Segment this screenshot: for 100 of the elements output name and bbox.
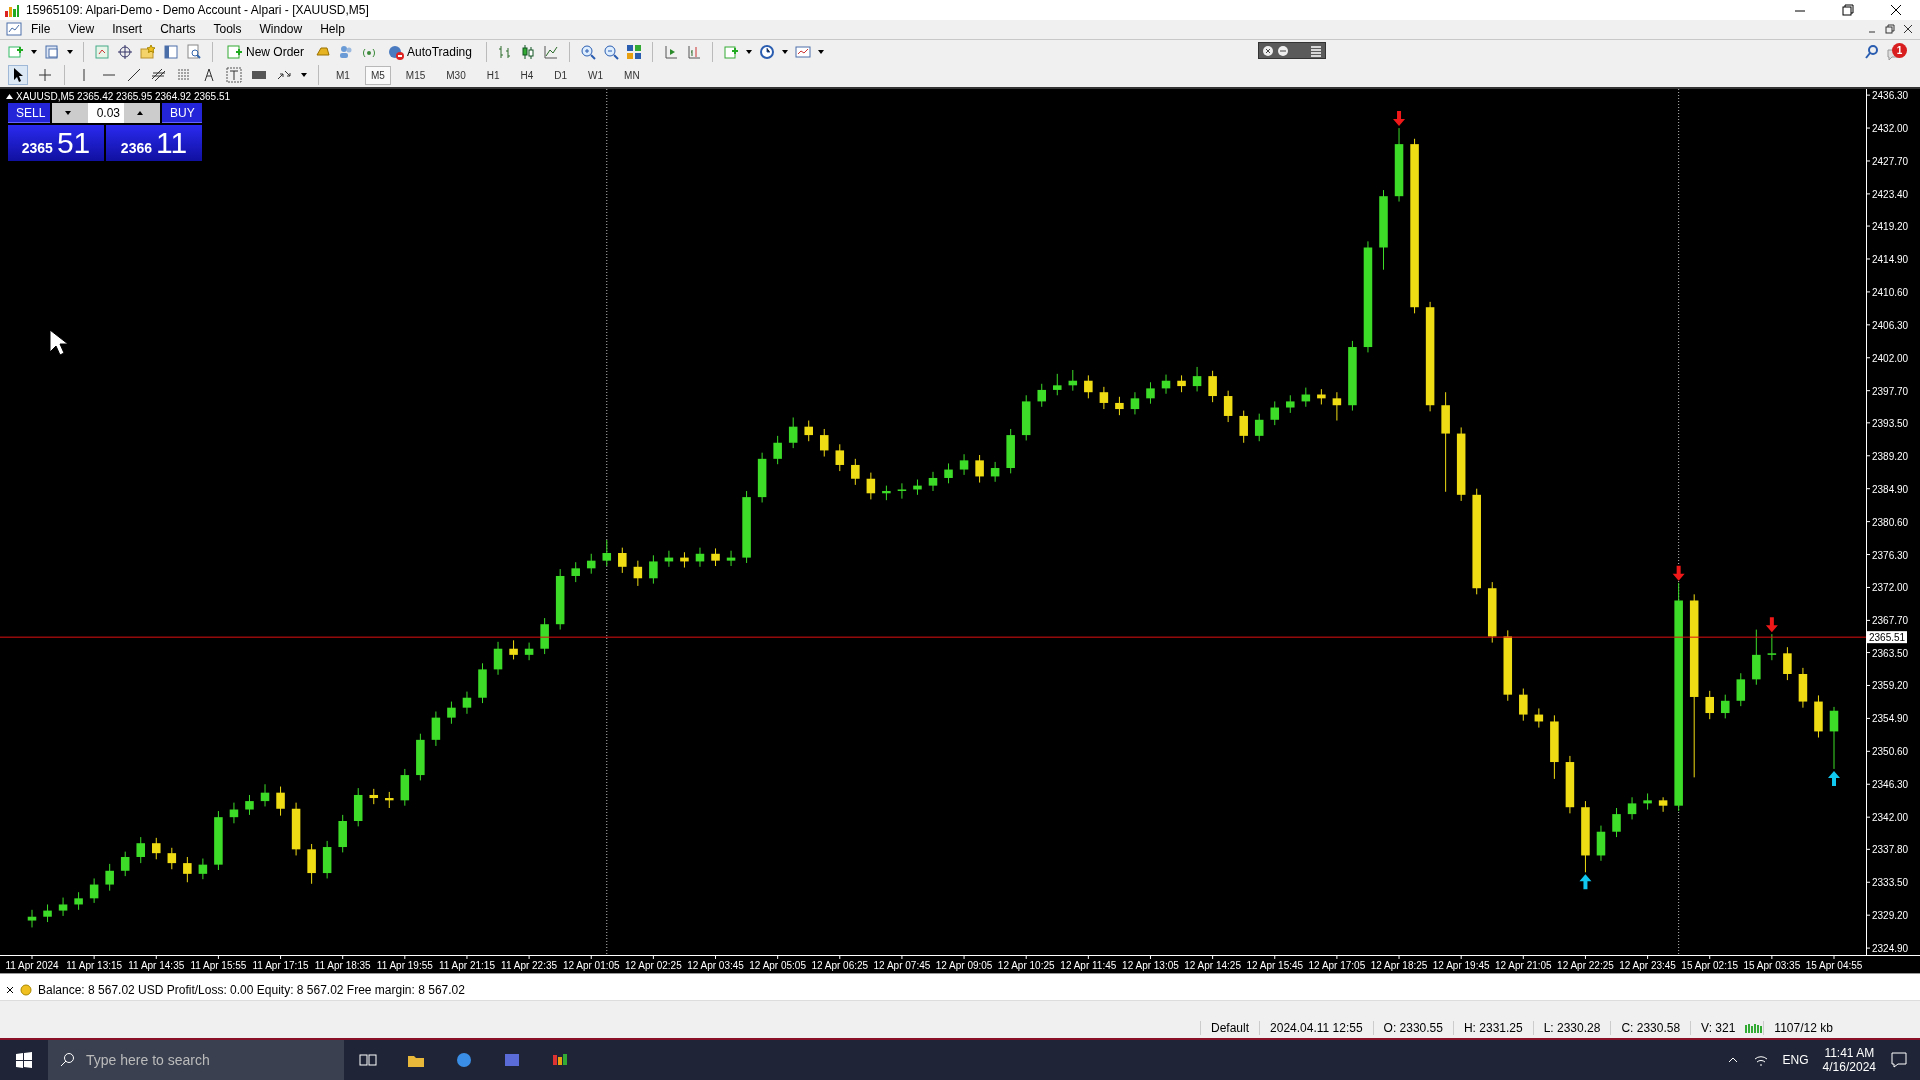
autotrading-button[interactable]: AutoTrading: [384, 40, 476, 63]
clock-date[interactable]: 4/16/2024: [1822, 1060, 1876, 1074]
chart-symbol-info: XAUUSD,M5 2365.42 2365.95 2364.92 2365.51: [16, 91, 231, 102]
x-tick-label: 11 Apr 17:15: [252, 960, 309, 971]
y-tick-label: 2372.00: [1872, 582, 1909, 594]
menu-item[interactable]: Help: [311, 20, 354, 39]
price-axis-label: 2427.70: [1865, 156, 1909, 167]
price-axis-label: 2436.30: [1865, 90, 1909, 102]
y-tick-label: 2376.30: [1872, 549, 1909, 561]
status-field: H: 2331.25: [1452, 1021, 1533, 1035]
timeframe-button[interactable]: M1: [330, 65, 356, 85]
y-tick-label: 2414.90: [1872, 253, 1909, 265]
x-tick-label: 12 Apr 19:45: [1432, 960, 1490, 971]
price-axis-label: 2410.60: [1865, 286, 1909, 298]
x-tick-label: 15 Apr 03:35: [1743, 960, 1801, 971]
y-tick-label: 2384.90: [1872, 483, 1909, 495]
price-axis-label: 2423.40: [1865, 188, 1909, 200]
x-tick-label: 12 Apr 01:05: [562, 960, 621, 971]
time-axis-label: 12 Apr 21:05: [1494, 954, 1552, 971]
y-tick-label: 2419.20: [1872, 221, 1909, 233]
time-axis-label: 12 Apr 14:25: [1184, 954, 1241, 971]
x-tick-label: 12 Apr 02:25: [625, 960, 683, 971]
x-tick-label: 15 Apr 02:15: [1681, 960, 1739, 971]
time-axis-label: 12 Apr 10:25: [997, 954, 1055, 971]
time-axis-label: 12 Apr 07:45: [873, 954, 931, 971]
x-tick-label: 12 Apr 09:05: [935, 960, 993, 971]
price-axis-label: 2432.00: [1865, 123, 1909, 135]
time-axis-label: 12 Apr 17:05: [1308, 954, 1366, 971]
ask-price[interactable]: 2366 11: [106, 125, 202, 161]
sell-button[interactable]: SELL: [8, 103, 50, 123]
x-tick-label: 12 Apr 22:25: [1557, 960, 1615, 971]
time-axis-label: 12 Apr 03:45: [687, 954, 744, 971]
price-axis-label: 2376.30: [1865, 549, 1909, 561]
menu-item[interactable]: Window: [250, 20, 312, 39]
price-axis-label: 2372.00: [1865, 582, 1909, 594]
menu-item[interactable]: Charts: [151, 20, 205, 39]
y-tick-label: 2359.20: [1872, 680, 1909, 692]
time-axis-label: 12 Apr 06:25: [811, 954, 869, 971]
buy-button[interactable]: BUY: [162, 103, 202, 123]
timeframe-button[interactable]: M15: [399, 65, 432, 85]
time-axis-label: 11 Apr 14:35: [128, 954, 185, 971]
time-axis-label: 12 Apr 18:25: [1370, 954, 1428, 971]
price-axis-label: 2406.30: [1865, 319, 1909, 331]
clock-time[interactable]: 11:41 AM: [1824, 1046, 1875, 1060]
x-tick-label: 12 Apr 05:05: [749, 960, 807, 971]
y-tick-label: 2346.30: [1872, 779, 1909, 791]
price-axis-label: 2354.90: [1865, 713, 1909, 725]
price-axis-label: 2350.60: [1865, 746, 1909, 758]
price-axis-label: 2419.20: [1865, 221, 1909, 233]
lot-size-field[interactable]: 0.03: [52, 103, 160, 123]
x-tick-label: 11 Apr 15:55: [190, 960, 247, 971]
price-axis-label: 2393.50: [1865, 417, 1909, 429]
price-axis-label: 2359.20: [1865, 680, 1909, 692]
x-tick-label: 11 Apr 18:35: [314, 960, 372, 971]
x-tick-label: 12 Apr 10:25: [997, 960, 1055, 971]
time-axis-label: 11 Apr 15:55: [190, 954, 247, 971]
price-axis-label: 2324.90: [1865, 943, 1909, 955]
x-tick-label: 11 Apr 19:55: [376, 960, 434, 971]
y-tick-label: 2324.90: [1872, 943, 1909, 955]
menu-item[interactable]: Tools: [204, 20, 251, 39]
time-axis-label: 11 Apr 21:15: [438, 954, 495, 971]
timeframe-button[interactable]: W1: [582, 65, 610, 85]
menu-item[interactable]: Insert: [103, 20, 152, 39]
time-axis-label: 12 Apr 05:05: [749, 954, 806, 971]
timeframe-button[interactable]: H1: [480, 65, 506, 85]
x-tick-label: 12 Apr 03:45: [687, 960, 745, 971]
y-tick-label: 2329.20: [1872, 910, 1909, 922]
menu-item[interactable]: View: [59, 20, 104, 39]
y-tick-label: 2333.50: [1872, 877, 1909, 889]
time-axis-label: 11 Apr 18:35: [314, 954, 371, 971]
y-tick-label: 2389.20: [1872, 450, 1909, 462]
x-tick-label: 12 Apr 14:25: [1184, 960, 1242, 971]
x-tick-label: 11 Apr 13:15: [66, 960, 123, 971]
price-axis-label: 2384.90: [1865, 483, 1909, 495]
timeframe-button[interactable]: MN: [618, 65, 646, 85]
timeframe-button[interactable]: D1: [548, 65, 574, 85]
timeframe-button[interactable]: H4: [514, 65, 540, 85]
time-axis-label: 11 Apr 17:15: [252, 954, 309, 971]
time-axis-label: 15 Apr 04:55: [1805, 954, 1863, 971]
bid-price[interactable]: 2365 51: [8, 125, 104, 161]
status-field: Default: [1200, 1021, 1260, 1035]
price-axis-label: 2389.20: [1865, 450, 1909, 462]
price-axis-label: 2402.00: [1865, 352, 1909, 364]
timeframe-button[interactable]: M5: [364, 65, 391, 85]
new-order-button[interactable]: New Order: [223, 40, 308, 63]
y-tick-label: 2367.70: [1872, 615, 1909, 627]
y-tick-label: 2393.50: [1872, 417, 1909, 429]
price-axis-label: 2329.20: [1865, 910, 1909, 922]
language-indicator[interactable]: ENG: [1782, 1053, 1809, 1067]
timeframe-button[interactable]: M30: [440, 65, 472, 85]
y-tick-label: 2363.50: [1872, 647, 1909, 659]
menu-item[interactable]: File: [22, 20, 60, 39]
status-field: C: 2330.58: [1610, 1021, 1691, 1035]
y-tick-label: 2406.30: [1872, 319, 1909, 331]
status-field: O: 2330.55: [1372, 1021, 1453, 1035]
y-tick-label: 2380.60: [1872, 516, 1909, 528]
time-axis-label: 11 Apr 13:15: [66, 954, 123, 971]
price-axis-label: 2397.70: [1865, 385, 1909, 397]
price-axis-label: 2367.70: [1865, 615, 1909, 627]
status-field: V: 321: [1690, 1021, 1746, 1035]
